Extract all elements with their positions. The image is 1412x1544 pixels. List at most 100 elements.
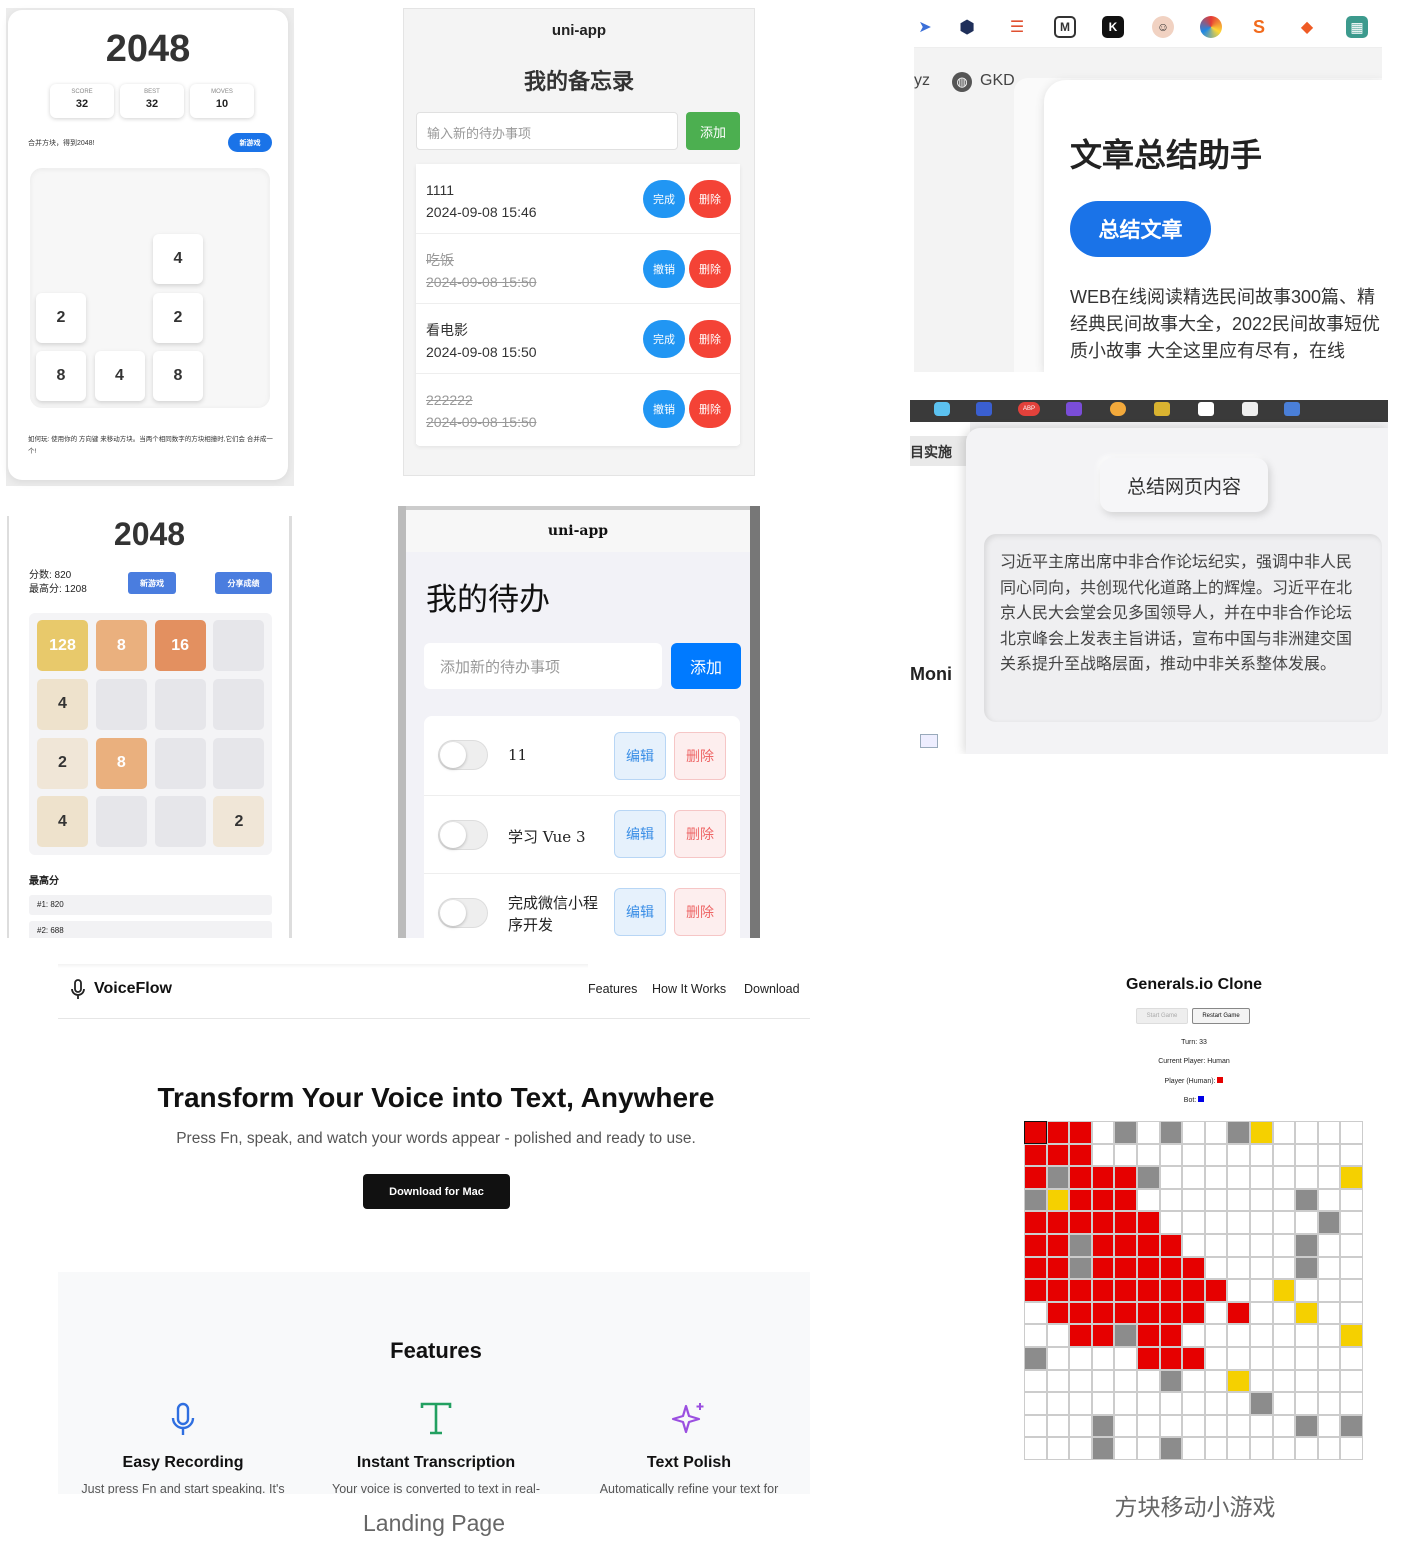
- human-cell[interactable]: [1091, 1301, 1115, 1325]
- grid-cell[interactable]: [1114, 1414, 1137, 1438]
- grid-cell[interactable]: [1250, 1188, 1273, 1212]
- grid-cell[interactable]: [1250, 1369, 1273, 1393]
- grid-cell[interactable]: [1159, 1211, 1183, 1234]
- grid-cell[interactable]: [1091, 1347, 1115, 1370]
- bird-icon[interactable]: ➤: [914, 16, 936, 38]
- grid-cell[interactable]: [1317, 1279, 1341, 1302]
- mountain-cell[interactable]: [1295, 1414, 1318, 1438]
- grid-cell[interactable]: [1024, 1437, 1047, 1460]
- grid-cell[interactable]: [1295, 1324, 1318, 1347]
- human-cell[interactable]: [1024, 1279, 1047, 1302]
- toggle-switch[interactable]: [438, 898, 488, 928]
- grid-cell[interactable]: [1182, 1166, 1205, 1189]
- human-cell[interactable]: [1159, 1234, 1183, 1257]
- human-cell[interactable]: [1091, 1188, 1115, 1212]
- grid-cell[interactable]: [1227, 1392, 1250, 1415]
- grid-cell[interactable]: [1204, 1347, 1228, 1370]
- human-cell[interactable]: [1159, 1256, 1183, 1280]
- grid-cell[interactable]: [1250, 1234, 1273, 1257]
- avatar-icon[interactable]: ☺: [1152, 16, 1174, 38]
- human-cell[interactable]: [1046, 1143, 1070, 1167]
- human-cell[interactable]: [1024, 1166, 1047, 1189]
- grid-cell[interactable]: [1091, 1392, 1115, 1415]
- grid-cell[interactable]: [1182, 1369, 1205, 1393]
- human-cell[interactable]: [1024, 1234, 1047, 1257]
- human-cell[interactable]: [1069, 1279, 1092, 1302]
- grid-cell[interactable]: [1091, 1369, 1115, 1393]
- grid-cell[interactable]: [1046, 1392, 1070, 1415]
- grid-cell[interactable]: [1182, 1324, 1205, 1347]
- grid-cell[interactable]: [1317, 1414, 1341, 1438]
- grid-cell[interactable]: [1114, 1437, 1137, 1460]
- human-cell[interactable]: [1114, 1234, 1137, 1257]
- edit-button[interactable]: 编辑: [614, 810, 666, 858]
- human-cell[interactable]: [1159, 1347, 1183, 1370]
- toolbar-icon[interactable]: [1284, 402, 1300, 416]
- grid-cell[interactable]: [1182, 1234, 1205, 1257]
- human-cell[interactable]: [1114, 1279, 1137, 1302]
- grid-cell[interactable]: [1204, 1234, 1228, 1257]
- grid-cell[interactable]: [1159, 1414, 1183, 1438]
- toggle-switch[interactable]: [438, 740, 488, 770]
- grid-cell[interactable]: [1227, 1414, 1250, 1438]
- grid-cell[interactable]: [1182, 1188, 1205, 1212]
- human-cell[interactable]: [1091, 1256, 1115, 1280]
- human-cell[interactable]: [1069, 1121, 1092, 1144]
- human-cell[interactable]: [1046, 1256, 1070, 1280]
- grid-cell[interactable]: [1069, 1369, 1092, 1393]
- todo-input[interactable]: 输入新的待办事项: [416, 112, 678, 150]
- grid-cell[interactable]: [1250, 1301, 1273, 1325]
- grid-cell[interactable]: [1204, 1324, 1228, 1347]
- grid-cell[interactable]: [1250, 1211, 1273, 1234]
- human-cell[interactable]: [1137, 1234, 1160, 1257]
- grid-cell[interactable]: [1204, 1121, 1228, 1144]
- neutral-city-cell[interactable]: [1227, 1369, 1250, 1393]
- complete-button[interactable]: 完成: [643, 180, 685, 218]
- add-button[interactable]: 添加: [671, 643, 741, 689]
- human-cell[interactable]: [1046, 1121, 1070, 1144]
- grid-cell[interactable]: [1046, 1437, 1070, 1460]
- human-cell[interactable]: [1091, 1166, 1115, 1189]
- grid-cell[interactable]: [1182, 1143, 1205, 1167]
- human-cell[interactable]: [1024, 1211, 1047, 1234]
- grid-cell[interactable]: [1024, 1392, 1047, 1415]
- mountain-cell[interactable]: [1159, 1437, 1183, 1460]
- grid-cell[interactable]: [1114, 1347, 1137, 1370]
- delete-button[interactable]: 删除: [689, 250, 731, 288]
- human-cell[interactable]: [1024, 1143, 1047, 1167]
- grid-cell[interactable]: [1046, 1347, 1070, 1370]
- grid-cell[interactable]: [1250, 1347, 1273, 1370]
- neutral-city-cell[interactable]: [1295, 1301, 1318, 1325]
- grid-cell[interactable]: [1137, 1143, 1160, 1167]
- grid-cell[interactable]: [1182, 1121, 1205, 1144]
- grid-cell[interactable]: [1024, 1324, 1047, 1347]
- human-cell[interactable]: [1024, 1256, 1047, 1280]
- grid-cell[interactable]: [1340, 1347, 1363, 1370]
- human-cell[interactable]: [1137, 1279, 1160, 1302]
- grid-cell[interactable]: [1317, 1301, 1341, 1325]
- grid-cell[interactable]: [1340, 1188, 1363, 1212]
- human-cell[interactable]: [1137, 1256, 1160, 1280]
- human-cell[interactable]: [1046, 1234, 1070, 1257]
- human-cell[interactable]: [1114, 1166, 1137, 1189]
- grid-cell[interactable]: [1227, 1143, 1250, 1167]
- human-cell[interactable]: [1069, 1143, 1092, 1167]
- human-cell[interactable]: [1091, 1234, 1115, 1257]
- grid-cell[interactable]: [1340, 1301, 1363, 1325]
- grid-cell[interactable]: [1272, 1369, 1296, 1393]
- toolbar-icon[interactable]: [1154, 402, 1170, 416]
- human-cell[interactable]: [1114, 1301, 1137, 1325]
- mountain-cell[interactable]: [1317, 1211, 1341, 1234]
- grid-cell[interactable]: [1137, 1437, 1160, 1460]
- grid-cell[interactable]: [1227, 1234, 1250, 1257]
- grid-cell[interactable]: [1272, 1437, 1296, 1460]
- delete-button[interactable]: 删除: [689, 180, 731, 218]
- grid-cell[interactable]: [1295, 1211, 1318, 1234]
- human-cell[interactable]: [1091, 1211, 1115, 1234]
- add-button[interactable]: 添加: [686, 112, 740, 150]
- delete-button[interactable]: 删除: [689, 320, 731, 358]
- human-cell[interactable]: [1114, 1211, 1137, 1234]
- human-cell[interactable]: [1091, 1279, 1115, 1302]
- grid-cell[interactable]: [1182, 1437, 1205, 1460]
- grid-cell[interactable]: [1272, 1301, 1296, 1325]
